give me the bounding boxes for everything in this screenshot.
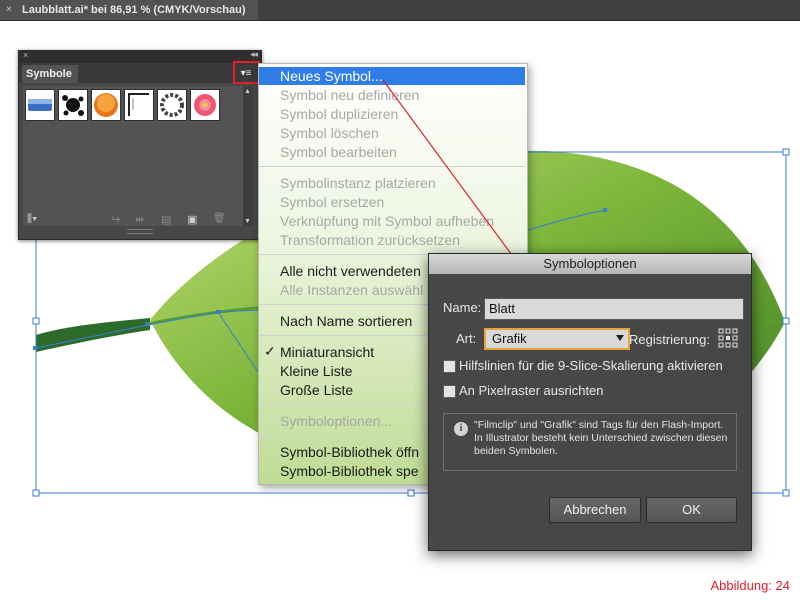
menu-item-grosse-liste[interactable]: Große Liste (280, 381, 353, 399)
menu-item-neues-symbol[interactable]: Neues Symbol... (259, 67, 525, 85)
menu-item-symbol-loeschen[interactable]: Symbol löschen (280, 124, 379, 142)
menu-item-symbol-bibliothek-speichern[interactable]: Symbol-Bibliothek spe (280, 462, 419, 480)
bounding-box-handle (407, 489, 415, 497)
tab-symbole[interactable]: Symbole (22, 65, 78, 83)
bounding-box-handle (32, 489, 40, 497)
menu-item-verknuepfung-aufheben[interactable]: Verknüpfung mit Symbol aufheben (280, 212, 494, 230)
menu-item-symbol-ersetzen[interactable]: Symbol ersetzen (280, 193, 384, 211)
menu-item-alle-instanzen-auswaehlen[interactable]: Alle Instanzen auswähl (280, 281, 423, 299)
ink-splatter-symbol[interactable] (58, 89, 88, 121)
menu-item-symbol-duplizieren[interactable]: Symbol duplizieren (280, 105, 398, 123)
panel-resize-grip[interactable] (127, 229, 153, 234)
nine-slice-label: Hilfslinien für die 9-Slice-Skalierung a… (459, 358, 723, 373)
panel-collapse-icon[interactable]: ◂◂ (250, 49, 258, 60)
menu-item-symbol-neu-definieren[interactable]: Symbol neu definieren (280, 86, 419, 104)
name-label: Name: (443, 300, 482, 315)
registration-label: Registrierung: (629, 332, 710, 347)
delete-symbol-icon[interactable]: 🗑 (213, 213, 226, 224)
checkmark-icon: ✓ (264, 343, 276, 359)
cancel-button[interactable]: Abbrechen (549, 497, 641, 523)
menu-item-kleine-liste[interactable]: Kleine Liste (280, 362, 352, 380)
panel-title-strip[interactable]: × ◂◂ (19, 49, 261, 63)
info-box: i "Filmclip" und "Grafik" sind Tags für … (443, 413, 737, 471)
menu-item-symboloptionen[interactable]: Symboloptionen... (280, 412, 392, 430)
bounding-box-handle (782, 317, 790, 325)
menu-item-nach-name-sortieren[interactable]: Nach Name sortieren (280, 312, 412, 330)
flower-symbol[interactable] (190, 89, 220, 121)
symbol-library-icon[interactable]: ⫼▾ (27, 213, 37, 226)
menu-item-transformation-zuruecksetzen[interactable]: Transformation zurücksetzen (280, 231, 460, 249)
frame-corner-symbol[interactable] (124, 89, 154, 121)
scroll-up-icon[interactable]: ▲ (244, 88, 251, 95)
pixel-grid-checkbox[interactable] (443, 385, 456, 398)
symbol-options-dialog: Symboloptionen Name: Art: Grafik Registr… (428, 253, 752, 551)
panel-close-icon[interactable]: × (23, 50, 28, 60)
panel-scrollbar[interactable]: ▲ ▼ (243, 86, 253, 226)
type-select[interactable]: Grafik (484, 328, 630, 350)
menu-item-alle-nicht-verwendeten[interactable]: Alle nicht verwendeten (280, 262, 421, 280)
menu-item-miniaturansicht[interactable]: Miniaturansicht (280, 343, 374, 361)
symbol-thumbnails (23, 86, 243, 226)
bounding-box-handle (782, 489, 790, 497)
panel-tab-row: Symbole ▾≡ (19, 63, 261, 83)
dialog-title[interactable]: Symboloptionen (429, 254, 751, 274)
figure-caption: Abbildung: 24 (710, 578, 790, 593)
anchor-point (145, 322, 149, 326)
scroll-down-icon[interactable]: ▼ (244, 218, 251, 225)
menu-item-symbol-bibliothek-oeffnen[interactable]: Symbol-Bibliothek öffn (280, 443, 419, 461)
leaf-stem (36, 318, 150, 352)
ornament-ring-symbol[interactable] (157, 89, 187, 121)
symbols-panel: × ◂◂ Symbole ▾≡ ▲ ▼ ⫼▾ ↪ ⇹ ▤ ▣ 🗑 (18, 49, 262, 240)
gradient-bar-symbol[interactable] (25, 89, 55, 121)
registration-grid-icon[interactable] (718, 328, 738, 348)
orange-button-symbol[interactable] (91, 89, 121, 121)
menu-separator (259, 166, 525, 167)
break-link-icon[interactable]: ⇹ (135, 213, 144, 226)
anchor-point (603, 208, 607, 212)
place-symbol-icon[interactable]: ↪ (111, 213, 120, 226)
ok-button[interactable]: OK (646, 497, 737, 523)
menu-button-highlight (233, 61, 260, 84)
type-select-value: Grafik (492, 331, 527, 346)
bounding-box-handle (32, 317, 40, 325)
pixel-grid-label: An Pixelraster ausrichten (459, 383, 604, 398)
info-text: "Filmclip" und "Grafik" sind Tags für de… (474, 419, 728, 457)
name-field[interactable] (484, 298, 744, 320)
info-icon: i (454, 422, 468, 436)
symbol-options-icon[interactable]: ▤ (161, 213, 171, 226)
new-symbol-icon[interactable]: ▣ (187, 213, 197, 226)
menu-item-symbolinstanz-platzieren[interactable]: Symbolinstanz platzieren (280, 174, 436, 192)
nine-slice-checkbox[interactable] (443, 360, 456, 373)
anchor-point (216, 310, 220, 314)
chevron-down-icon (616, 335, 624, 341)
type-label: Art: (456, 331, 477, 346)
bounding-box-handle (782, 148, 790, 156)
menu-item-symbol-bearbeiten[interactable]: Symbol bearbeiten (280, 143, 397, 161)
